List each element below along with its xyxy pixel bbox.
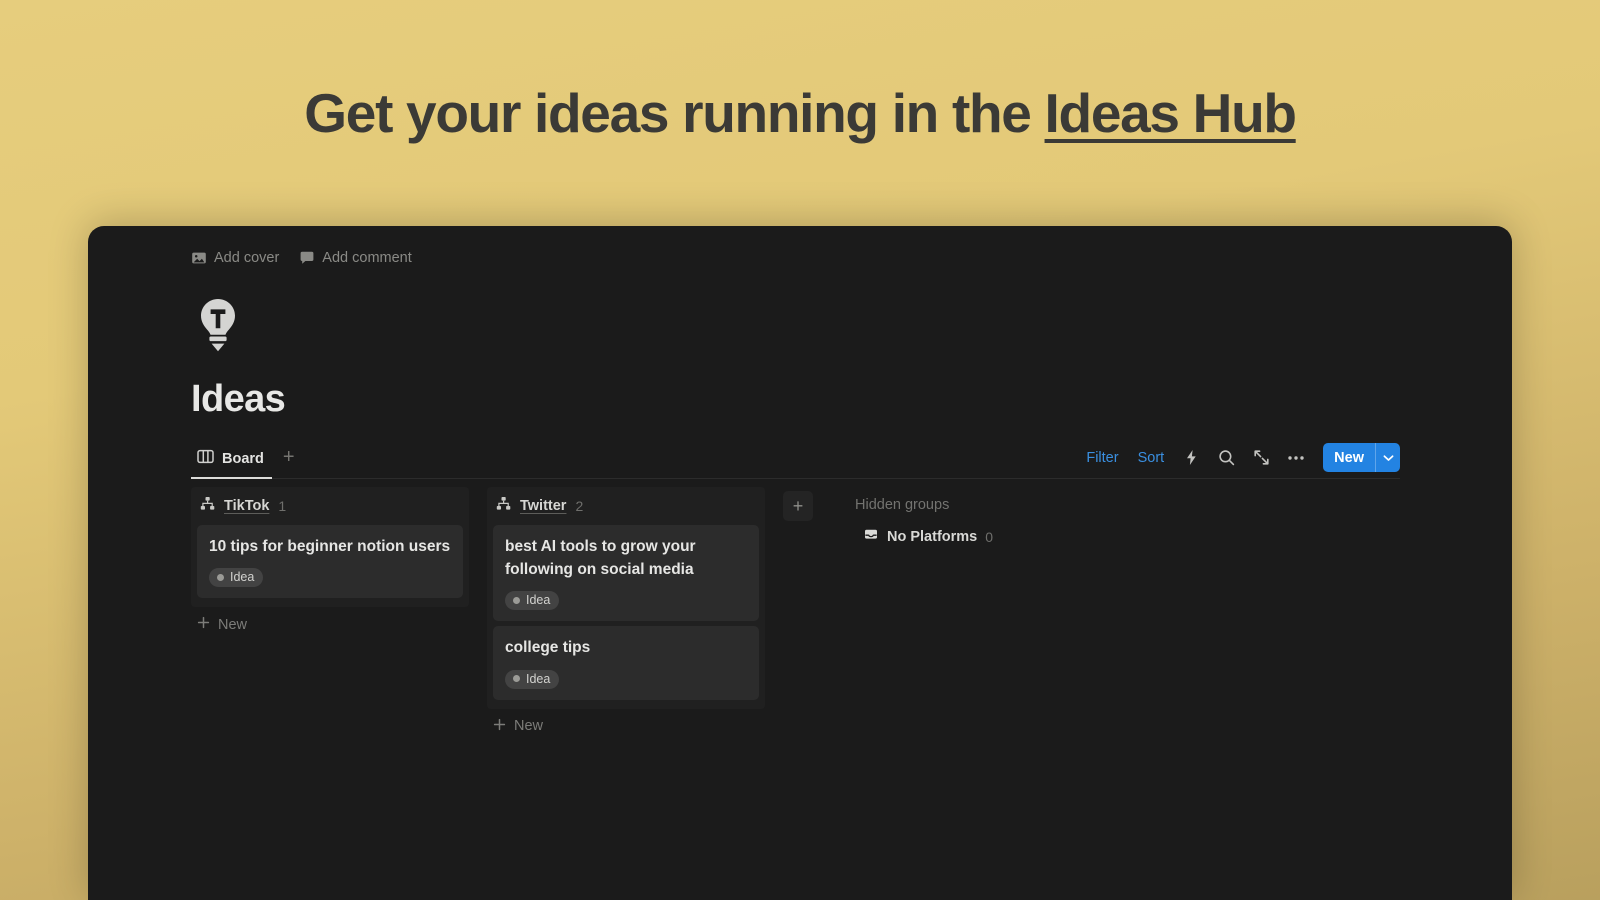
page-headline: Get your ideas running in the Ideas Hub	[304, 81, 1297, 145]
card-title: best AI tools to grow your following on …	[505, 538, 696, 578]
comment-icon	[299, 250, 315, 266]
page-header: Ideas	[88, 296, 1512, 421]
board-card[interactable]: 10 tips for beginner notion users Idea	[197, 525, 463, 599]
hidden-group-count: 0	[985, 528, 994, 545]
column-body: best AI tools to grow your following on …	[487, 525, 765, 709]
column-count: 1	[278, 498, 287, 514]
page-title[interactable]: Ideas	[191, 378, 1512, 421]
lightbulb-icon[interactable]	[191, 296, 245, 356]
board: TikTok 1 10 tips for beginner notion use…	[191, 487, 1512, 745]
page-controls: Add cover Add comment	[88, 226, 1512, 272]
card-title: 10 tips for beginner notion users	[209, 538, 451, 555]
status-badge: Idea	[505, 591, 560, 611]
notion-window: Add cover Add comment Ideas Board + Filt…	[88, 226, 1512, 900]
view-actions: Filter Sort New	[1080, 443, 1400, 478]
add-card-button[interactable]: New	[487, 709, 765, 745]
status-badge: Idea	[505, 669, 560, 689]
add-cover-button[interactable]: Add cover	[191, 250, 279, 266]
add-view-button[interactable]: +	[276, 447, 302, 476]
automation-bolt-icon[interactable]	[1177, 445, 1205, 471]
chevron-down-icon[interactable]	[1375, 443, 1400, 472]
badge-dot-icon	[513, 596, 520, 604]
hidden-group-name: No Platforms	[887, 528, 978, 545]
hidden-group-item[interactable]: No Platforms 0	[853, 517, 995, 551]
expand-icon[interactable]	[1247, 445, 1275, 471]
new-button[interactable]: New	[1323, 443, 1375, 472]
inbox-icon	[863, 526, 879, 547]
view-tabs: Board +	[191, 445, 302, 479]
add-comment-label: Add comment	[322, 249, 412, 266]
relation-icon	[200, 496, 215, 516]
column-name: TikTok	[224, 498, 270, 514]
badge-label: Idea	[526, 593, 551, 608]
new-button-group: New	[1323, 443, 1400, 472]
hidden-groups-title: Hidden groups	[855, 497, 950, 513]
column-body: 10 tips for beginner notion users Idea	[191, 525, 469, 608]
plus-icon	[197, 616, 210, 633]
hero-banner: Get your ideas running in the Ideas Hub	[0, 0, 1600, 226]
add-card-label: New	[218, 616, 248, 633]
headline-prefix: Get your ideas running in the	[304, 82, 1045, 144]
badge-dot-icon	[513, 675, 520, 683]
headline-emphasis: Ideas Hub	[1044, 82, 1297, 144]
image-icon	[191, 250, 207, 266]
board-column-tiktok: TikTok 1 10 tips for beginner notion use…	[191, 487, 469, 643]
status-badge: Idea	[209, 568, 264, 588]
badge-label: Idea	[526, 671, 551, 686]
board-card[interactable]: best AI tools to grow your following on …	[493, 525, 759, 622]
filter-button[interactable]: Filter	[1080, 447, 1124, 469]
tab-board-label: Board	[222, 450, 264, 467]
view-bar: Board + Filter Sort New	[191, 441, 1400, 479]
board-column-twitter: Twitter 2 best AI tools to grow your fol…	[487, 487, 765, 745]
column-name: Twitter	[520, 498, 567, 514]
plus-icon	[493, 718, 506, 735]
board-icon	[197, 449, 214, 468]
add-card-label: New	[514, 718, 544, 735]
card-title: college tips	[505, 639, 591, 657]
column-count: 2	[575, 498, 584, 514]
sort-button[interactable]: Sort	[1132, 447, 1171, 469]
board-card[interactable]: college tips Idea	[493, 626, 759, 700]
add-card-button[interactable]: New	[191, 607, 469, 643]
badge-label: Idea	[230, 570, 255, 585]
column-header[interactable]: TikTok 1	[191, 487, 469, 525]
search-icon[interactable]	[1212, 445, 1240, 471]
add-comment-button[interactable]: Add comment	[299, 249, 412, 266]
add-group-button[interactable]: +	[783, 491, 813, 521]
hidden-groups: Hidden groups No Platforms 0	[853, 487, 995, 551]
column-header[interactable]: Twitter 2	[487, 487, 765, 525]
add-cover-label: Add cover	[214, 249, 280, 266]
more-options-icon[interactable]	[1282, 445, 1310, 471]
badge-dot-icon	[217, 573, 224, 581]
relation-icon	[496, 496, 511, 516]
tab-board[interactable]: Board	[191, 445, 272, 479]
